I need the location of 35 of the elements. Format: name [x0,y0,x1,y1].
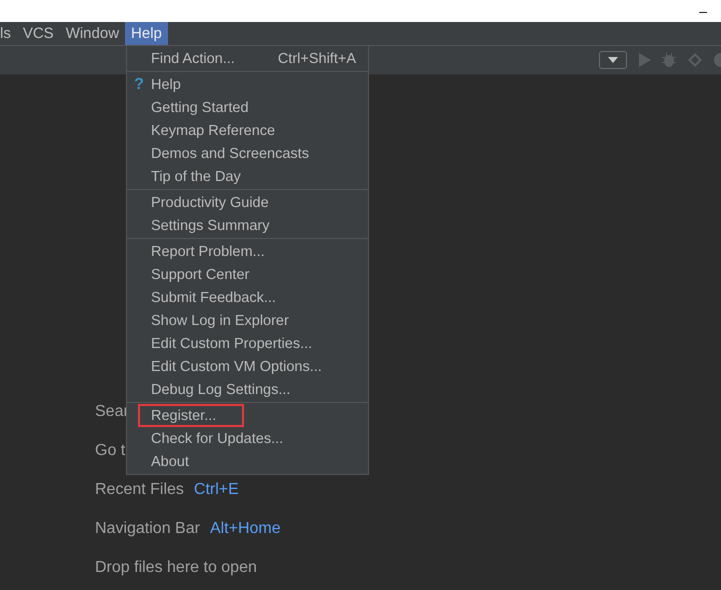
minimize-button[interactable]: – [699,3,707,19]
menu-entry[interactable]: Tip of the Day [127,165,368,188]
hint-label: Go t [95,442,126,460]
menu-entry[interactable]: Debug Log Settings... [127,378,368,401]
menu-entry[interactable]: Productivity Guide [127,191,368,214]
run-icon[interactable] [639,53,651,67]
stop-icon[interactable] [713,52,721,68]
menu-item[interactable]: Help [125,22,168,45]
menu-entry[interactable]: Support Center [127,263,368,286]
menu-entry[interactable]: Getting Started [127,96,368,119]
caret-icon [608,57,618,63]
menu-entry[interactable]: Edit Custom VM Options... [127,355,368,378]
bug-icon[interactable] [661,52,677,68]
hint-shortcut: Alt+Home [210,520,281,538]
menu-entry[interactable]: Demos and Screencasts [127,142,368,165]
menu-item[interactable]: Window [60,22,126,45]
menu-entry[interactable]: About [127,450,368,473]
menu-entry[interactable]: Submit Feedback... [127,286,368,309]
run-config-dropdown[interactable] [599,51,627,69]
menu-entry[interactable]: Keymap Reference [127,119,368,142]
menu-entry[interactable]: ? Help [127,73,368,96]
menu-item[interactable]: VCS [16,22,60,45]
menu-entry[interactable]: Settings Summary [127,214,368,237]
menu-entry[interactable]: Report Problem... [127,240,368,263]
menu-entry[interactable]: Check for Updates... [127,427,368,450]
hint-label: Recent Files [95,481,184,499]
menu-item[interactable]: ls [0,22,17,45]
hint-label: Drop files here to open [95,559,257,577]
hint-label: Sear [95,403,129,421]
menu-entry[interactable]: Edit Custom Properties... [127,332,368,355]
coverage-icon[interactable] [687,52,703,68]
menu-entry[interactable]: Show Log in Explorer [127,309,368,332]
hint-label: Navigation Bar [95,520,200,538]
hint-shortcut: Ctrl+E [194,481,239,499]
menu-entry[interactable]: Register... [138,404,244,427]
